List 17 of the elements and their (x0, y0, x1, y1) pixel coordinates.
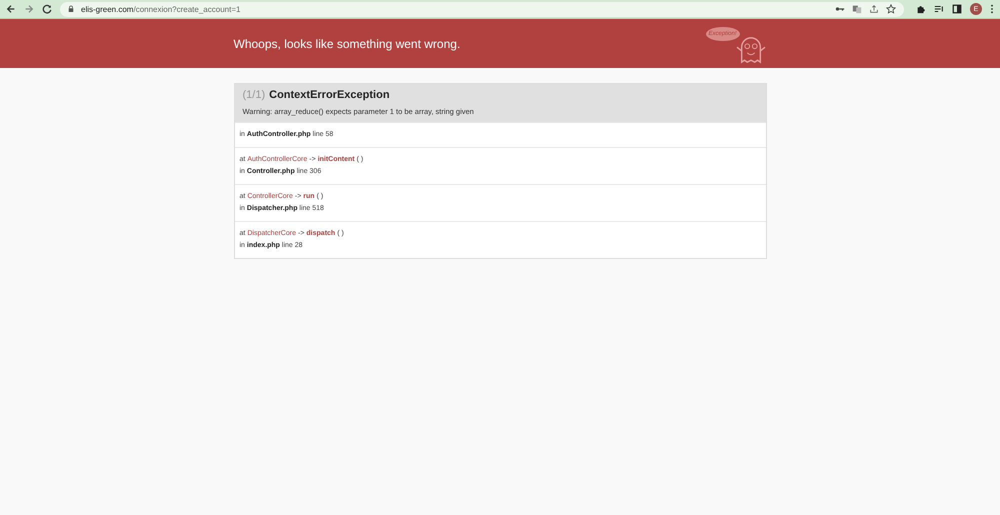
address-bar[interactable]: elis-green.com/connexion?create_account=1 (60, 2, 904, 16)
lock-icon (68, 5, 74, 13)
share-icon[interactable] (869, 4, 879, 14)
menu-icon[interactable] (990, 4, 994, 14)
puzzle-icon[interactable] (916, 4, 926, 14)
error-title: Whoops, looks like something went wrong. (234, 36, 460, 50)
exception-name: ContextErrorException (269, 89, 390, 101)
playlist-icon[interactable] (934, 4, 944, 14)
ghost-icon (734, 36, 768, 64)
url-text: elis-green.com/connexion?create_account=1 (81, 4, 242, 14)
back-icon[interactable] (6, 4, 16, 14)
reload-icon[interactable] (42, 4, 52, 14)
translate-icon[interactable] (852, 4, 862, 14)
exception-counter: (1/1) (242, 89, 266, 101)
star-icon[interactable] (886, 4, 896, 14)
sidebar-icon[interactable] (952, 4, 962, 14)
forward-icon[interactable] (24, 4, 34, 14)
